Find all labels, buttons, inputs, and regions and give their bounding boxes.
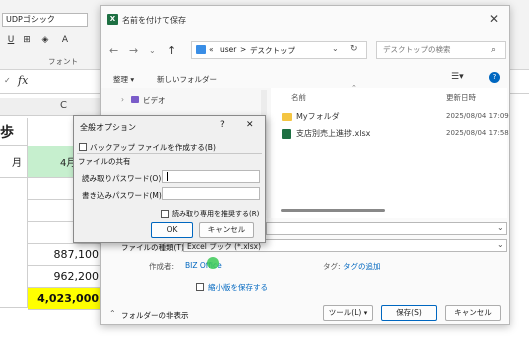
search-placeholder: デスクトップの検索 [383, 45, 451, 54]
dialog-title: 全般オプション [80, 123, 136, 132]
tag-label: タグ: [323, 262, 341, 271]
excel-file-icon [282, 129, 291, 139]
chevron-down-icon[interactable]: ⌄ [497, 240, 504, 249]
check-icon[interactable]: ✓ [4, 76, 11, 85]
column-header-row [0, 98, 110, 116]
sharing-section-label: ファイルの共有 [78, 157, 131, 166]
organize-button[interactable]: 整理 ▾ [113, 74, 134, 85]
breadcrumb-user[interactable]: user [220, 45, 236, 54]
thumbnail-checkbox[interactable] [196, 283, 204, 291]
desktop-icon [196, 45, 206, 54]
breadcrumb-prefix: « [209, 45, 214, 54]
font-name-box[interactable]: UDPゴシック [2, 13, 88, 27]
close-icon[interactable]: ✕ [246, 120, 254, 130]
write-password-input[interactable] [162, 187, 260, 200]
cancel-button[interactable]: キャンセル [445, 305, 501, 321]
month-label: 月 [12, 158, 22, 169]
tools-button-label: ツール(L) [328, 308, 362, 317]
add-tag-link[interactable]: タグの追加 [343, 261, 381, 272]
help-icon[interactable]: ? [489, 72, 500, 83]
file-list-pane[interactable] [271, 88, 507, 218]
text-cursor [167, 172, 168, 181]
column-header-date[interactable]: 更新日時 [446, 92, 476, 103]
address-bar[interactable]: « user > デスクトップ ⌄ ↻ [191, 41, 367, 59]
dialog-title: 名前を付けて保存 [122, 16, 186, 25]
fill-color-icon[interactable]: ◈ [38, 34, 52, 46]
breadcrumb-folder[interactable]: デスクトップ [250, 45, 295, 56]
refresh-icon[interactable]: ↻ [350, 44, 358, 54]
value-cell[interactable]: 887,100 [28, 244, 104, 266]
file-name-field[interactable]: ⌄ [266, 222, 507, 235]
chevron-down-icon[interactable]: ⌄ [497, 223, 504, 232]
fx-icon[interactable]: fx [18, 74, 28, 87]
general-options-dialog: 全般オプション ? ✕ バックアップ ファイルを作成する(B) ファイルの共有 … [73, 115, 266, 243]
sort-chevron-icon: ⌃ [351, 84, 357, 92]
breadcrumb-separator: > [240, 45, 247, 54]
readonly-label[interactable]: 読み取り専用を推奨する(R) [172, 209, 259, 219]
cancel-button[interactable]: キャンセル [199, 222, 254, 238]
file-name[interactable]: Myフォルダ [296, 111, 340, 122]
read-password-input[interactable] [162, 170, 260, 183]
chevron-down-icon[interactable]: ⌄ [149, 46, 156, 55]
total-cell[interactable]: 4,023,000 [28, 288, 104, 310]
back-arrow-icon[interactable]: ← [109, 44, 118, 57]
backup-label[interactable]: バックアップ ファイルを作成する(B) [90, 142, 216, 153]
chevron-down-icon[interactable]: ⌄ [332, 44, 339, 53]
value-cell[interactable]: 962,200 [28, 266, 104, 288]
view-options-icon[interactable]: ☰▾ [451, 72, 464, 82]
grid-cell[interactable]: 歩 [0, 118, 28, 146]
grid-cell[interactable] [0, 178, 28, 308]
borders-icon[interactable]: ⊞ [20, 34, 34, 46]
file-name[interactable]: 支店別売上進捗.xlsx [296, 128, 370, 139]
author-label: 作成者: [149, 262, 175, 271]
dropdown-arrow-icon: ▾ [363, 309, 368, 317]
search-icon: ⌕ [491, 45, 497, 55]
forward-arrow-icon[interactable]: → [129, 44, 138, 57]
underline-button[interactable]: U [4, 34, 18, 46]
chevron-right-icon[interactable]: › [121, 95, 124, 104]
close-icon[interactable]: ✕ [489, 12, 499, 26]
help-icon[interactable]: ? [220, 120, 225, 130]
folder-icon [282, 113, 292, 121]
save-button[interactable]: 保存(S) [381, 305, 437, 321]
search-input[interactable]: デスクトップの検索 ⌕ [376, 41, 506, 59]
read-password-label: 読み取りパスワード(O): [82, 174, 164, 183]
excel-logo-icon: X [107, 14, 118, 25]
ok-button[interactable]: OK [151, 222, 193, 238]
grid-cell[interactable]: 月 [0, 146, 28, 178]
column-header-c[interactable]: C [60, 100, 67, 111]
file-type-label: ファイルの種類(T): [121, 243, 187, 252]
column-header-name[interactable]: 名前 [291, 92, 306, 103]
font-color-icon[interactable]: A [58, 34, 72, 46]
partial-cell-text: 歩 [0, 125, 14, 141]
thumbnail-label[interactable]: 縮小版を保存する [208, 282, 268, 293]
readonly-checkbox[interactable] [161, 210, 169, 218]
horizontal-scrollbar[interactable] [281, 209, 385, 212]
hide-folders-link[interactable]: フォルダーの非表示 [121, 310, 189, 321]
file-date: 2025/08/04 17:09 [446, 112, 509, 120]
font-group-label: フォント [48, 57, 78, 66]
cursor-indicator [207, 257, 219, 269]
chevron-up-icon[interactable]: ⌃ [109, 309, 116, 318]
file-date: 2025/08/04 17:58 [446, 129, 509, 137]
sidebar-item-video[interactable]: ビデオ [143, 95, 166, 106]
write-password-label: 書き込みパスワード(M): [82, 191, 165, 200]
divider [77, 153, 262, 154]
new-folder-button[interactable]: 新しいフォルダー [157, 74, 217, 85]
video-icon [131, 96, 139, 103]
backup-checkbox[interactable] [79, 143, 87, 151]
up-arrow-icon[interactable]: ↑ [167, 44, 176, 57]
tools-button[interactable]: ツール(L) ▾ [323, 305, 373, 321]
